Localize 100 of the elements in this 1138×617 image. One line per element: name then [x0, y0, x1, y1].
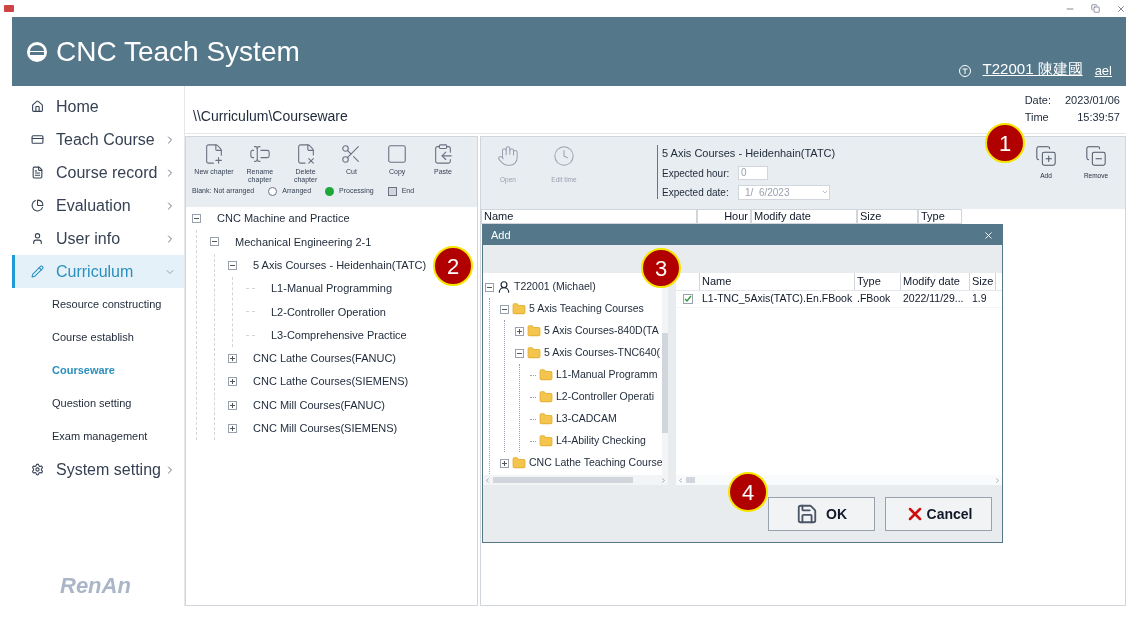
date-label: Date: — [1024, 93, 1051, 108]
menu-icon — [31, 166, 44, 179]
close-icon[interactable] — [983, 229, 994, 241]
folder-icon — [527, 324, 541, 338]
tree-item[interactable]: CNC Lathe Courses(FANUC) — [253, 350, 397, 367]
breadcrumb: \\Curriculum\Courseware — [193, 107, 348, 126]
person-icon — [497, 280, 511, 294]
tree-item[interactable]: L1-Manual Programming — [271, 280, 393, 297]
field-label: Expected date: — [662, 185, 730, 200]
tree-item[interactable]: L3-CADCAM — [556, 411, 617, 427]
tree-item[interactable]: L1-Manual Programm — [556, 367, 658, 383]
tree-item[interactable]: 5 Axis Courses - Heidenhain(TATC) — [253, 257, 427, 274]
table-cell-text: .FBook — [856, 291, 892, 307]
collapse-icon[interactable] — [515, 348, 524, 358]
menu-icon — [31, 265, 44, 278]
column-header[interactable]: Modify date — [751, 209, 857, 224]
tree-item[interactable]: T22001 (Michael) — [514, 279, 596, 295]
column-header[interactable]: Hour — [697, 209, 751, 224]
expand-icon[interactable] — [515, 326, 524, 336]
horizontal-scrollbar[interactable] — [483, 475, 668, 485]
expand-icon[interactable] — [228, 377, 237, 387]
app-icon — [4, 5, 14, 12]
tree-item[interactable]: 5 Axis Courses-TNC640( — [544, 345, 661, 361]
menu-icon — [31, 100, 44, 113]
menu-icon — [31, 199, 44, 212]
column-header[interactable]: Type — [855, 273, 901, 290]
collapse-icon[interactable] — [192, 214, 201, 224]
tree-item[interactable]: L3-Comprehensive Practice — [271, 326, 407, 344]
horizontal-scrollbar[interactable] — [676, 475, 1002, 485]
sidebar-item[interactable]: User info — [12, 222, 184, 255]
tree-item[interactable]: L4-Ability Checking — [556, 433, 646, 449]
app-title: CNC Teach System — [56, 34, 300, 69]
sidebar-item[interactable]: Teach Course — [12, 123, 184, 156]
folder-icon — [539, 434, 553, 448]
column-header[interactable]: Type — [918, 209, 962, 224]
dialog-title: Add — [491, 227, 511, 243]
collapse-icon[interactable] — [500, 304, 509, 314]
tree-item[interactable]: 5 Axis Courses-840D(TA — [544, 323, 659, 339]
submenu-item[interactable]: Resource constructing — [12, 288, 184, 321]
tree-item[interactable]: 5 Axis Teaching Courses — [529, 301, 644, 317]
toolbar-icon — [553, 145, 575, 167]
submenu-item[interactable]: Course establish — [12, 321, 184, 354]
column-header[interactable]: Name — [481, 209, 697, 224]
close-icon[interactable] — [1116, 3, 1126, 14]
tree-item[interactable]: L2-Controller Operation — [271, 303, 386, 321]
folder-icon — [539, 390, 553, 404]
toolbar-icon — [386, 143, 409, 165]
tree-item[interactable]: CNC Machine and Practice — [217, 210, 350, 227]
sidebar-item[interactable]: Evaluation — [12, 189, 184, 222]
folder-icon — [527, 346, 541, 360]
user-name-link[interactable]: ael — [1094, 60, 1112, 80]
ok-button[interactable]: OK — [768, 497, 875, 531]
sidebar-item[interactable]: System setting — [12, 453, 184, 486]
checkbox[interactable] — [683, 294, 693, 304]
column-header[interactable]: Size — [857, 209, 918, 224]
tree-item[interactable]: CNC Mill Courses(SIEMENS) — [253, 420, 398, 437]
tree-item[interactable]: Mechanical Engineering 2-1 — [235, 233, 372, 251]
toolbar-icon — [432, 143, 454, 165]
submenu-item[interactable]: Question setting — [12, 387, 184, 420]
restore-icon[interactable] — [1091, 3, 1100, 13]
menu-icon — [31, 463, 44, 476]
collapse-icon[interactable] — [228, 260, 237, 270]
column-header[interactable]: Name — [700, 273, 855, 290]
column-header[interactable]: Size — [970, 273, 996, 290]
cancel-button[interactable]: Cancel — [885, 497, 992, 531]
expand-icon[interactable] — [228, 400, 237, 410]
tree-item[interactable]: CNC Lathe Teaching Course — [529, 455, 663, 471]
folder-icon — [512, 456, 526, 470]
toolbar-icon — [203, 143, 225, 165]
column-header[interactable]: Modify date — [901, 273, 970, 290]
sidebar-item[interactable]: Course record — [12, 156, 184, 189]
folder-icon — [539, 368, 553, 382]
collapse-icon[interactable] — [210, 237, 219, 247]
tree-item[interactable]: L2-Controller Operati — [556, 389, 655, 405]
table-cell-text: L1-TNC_5Axis(TATC).En.FBook — [701, 291, 854, 307]
scroll-thumb[interactable] — [686, 477, 695, 483]
field-label: Expected hour: — [662, 166, 731, 181]
collapse-icon[interactable] — [485, 282, 494, 292]
toolbar-icon — [1035, 145, 1057, 167]
toolbar-icon — [1085, 145, 1107, 167]
expand-icon[interactable] — [228, 423, 237, 433]
menu-icon — [31, 133, 44, 146]
folder-icon — [512, 302, 526, 316]
scroll-thumb[interactable] — [662, 333, 668, 433]
submenu-item[interactable]: Exam management — [12, 420, 184, 453]
course-title: 5 Axis Courses - Heidenhain(TATC) — [662, 146, 836, 161]
scroll-thumb[interactable] — [493, 477, 633, 483]
table-cell-text: 1.9 — [971, 291, 988, 307]
sidebar-item[interactable]: Home — [12, 90, 184, 123]
expand-icon[interactable] — [228, 353, 237, 363]
menu-icon — [31, 232, 44, 245]
table-cell-text: 2022/11/29... — [902, 291, 965, 307]
submenu-item[interactable]: Courseware — [12, 354, 184, 387]
time-label: Time — [1024, 110, 1050, 125]
expand-icon[interactable] — [500, 458, 509, 468]
date-value: 2023/01/06 — [1064, 93, 1120, 108]
tree-item[interactable]: CNC Lathe Courses(SIEMENS) — [253, 373, 409, 390]
tree-item[interactable]: CNC Mill Courses(FANUC) — [253, 396, 385, 414]
user-link[interactable]: T22001 陳建國 — [982, 57, 1083, 80]
square-icon — [387, 186, 397, 196]
